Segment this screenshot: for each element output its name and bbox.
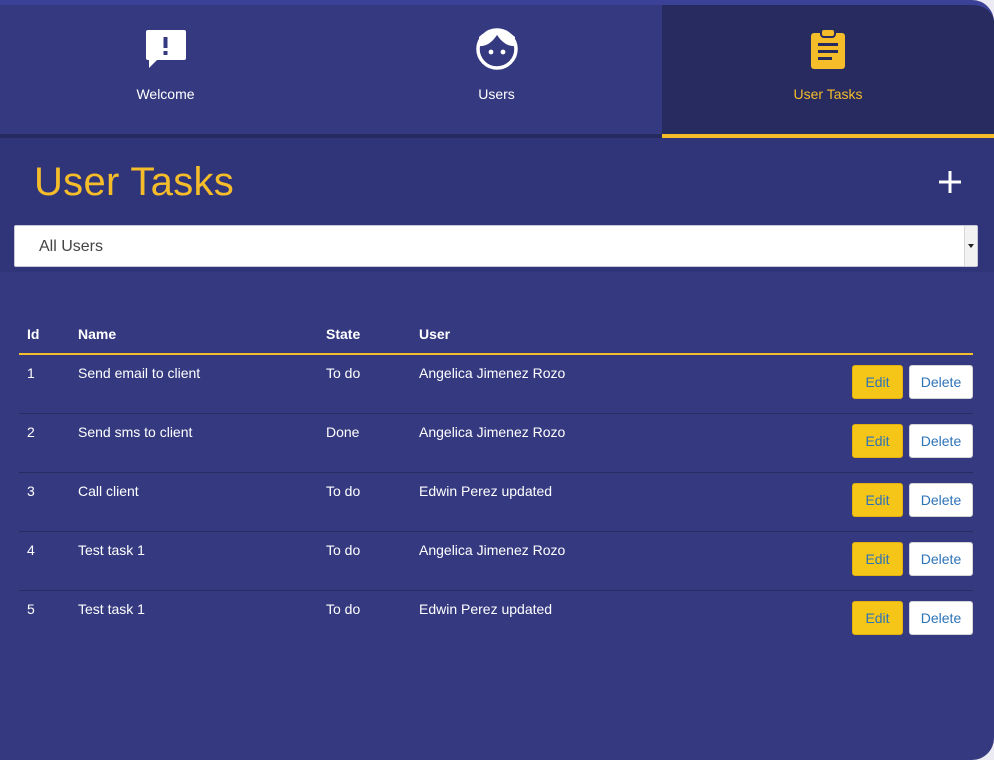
table-row: 3 Call client To do Edwin Perez updated …: [19, 472, 973, 532]
tab-welcome[interactable]: Welcome: [0, 5, 331, 134]
plus-icon[interactable]: [934, 166, 966, 198]
column-header-state: State: [318, 314, 411, 355]
cell-user: Edwin Perez updated: [411, 472, 711, 532]
cell-state: To do: [318, 472, 411, 532]
speech-bubble-exclamation-icon: [145, 30, 186, 68]
chevron-down-icon: [964, 226, 977, 266]
cell-id: 5: [27, 600, 35, 617]
face-icon: [475, 28, 518, 70]
clipboard-icon: [811, 28, 845, 69]
tab-label: Users: [478, 86, 515, 102]
cell-state: To do: [326, 600, 361, 617]
page-title: User Tasks: [34, 160, 235, 204]
delete-button[interactable]: Delete: [909, 541, 973, 576]
cell-state: To do: [318, 531, 411, 591]
cell-actions: Edit Delete: [711, 531, 973, 591]
table-row: 1 Send email to client To do Angelica Ji…: [19, 354, 973, 414]
cell-state: Done: [318, 413, 411, 473]
table-row: 5 Test task 1 To do Edwin Perez updated …: [19, 590, 973, 649]
page-header: User Tasks All Users: [0, 138, 994, 272]
cell-id: 4: [19, 531, 70, 591]
delete-button[interactable]: Delete: [909, 365, 973, 399]
tab-user-tasks[interactable]: User Tasks: [662, 5, 994, 138]
delete-button[interactable]: Delete: [909, 423, 973, 458]
edit-button[interactable]: Edit: [852, 423, 903, 458]
tab-users[interactable]: Users: [331, 5, 662, 134]
cell-actions: Edit Delete: [711, 354, 973, 414]
delete-button[interactable]: Delete: [909, 600, 973, 635]
table-row: 2 Send sms to client Done Angelica Jimen…: [19, 413, 973, 473]
column-header-id: Id: [19, 314, 70, 355]
tab-label: User Tasks: [793, 86, 863, 102]
cell-name: Send sms to client: [70, 413, 318, 473]
cell-actions: Edit Delete: [711, 413, 973, 473]
tasks-table: Id Name State User 1 Send email to clien…: [19, 314, 973, 649]
column-header-user: User: [411, 314, 711, 355]
app-window: Welcome Users User Tasks User Tasks All …: [0, 0, 994, 760]
cell-actions: Edit Delete: [711, 590, 973, 649]
cell-user: Angelica Jimenez Rozo: [411, 413, 711, 473]
edit-button[interactable]: Edit: [852, 365, 903, 399]
table-row: 4 Test task 1 To do Angelica Jimenez Roz…: [19, 531, 973, 591]
cell-name: Test task 1: [70, 531, 318, 591]
delete-button[interactable]: Delete: [909, 482, 973, 517]
table-header-row: Id Name State User: [19, 314, 973, 355]
edit-button[interactable]: Edit: [852, 482, 903, 517]
column-header-name: Name: [70, 314, 318, 355]
cell-name: Send email to client: [70, 354, 318, 414]
column-header-actions: [711, 314, 973, 355]
cell-name: Test task 1: [78, 600, 145, 617]
edit-button[interactable]: Edit: [852, 541, 903, 576]
user-filter-value: All Users: [39, 238, 104, 255]
cell-state: To do: [318, 354, 411, 414]
cell-user: Angelica Jimenez Rozo: [411, 531, 711, 591]
cell-actions: Edit Delete: [711, 472, 973, 532]
edit-button[interactable]: Edit: [852, 600, 903, 635]
cell-id: 1: [19, 354, 70, 414]
cell-user: Edwin Perez updated: [419, 600, 553, 617]
user-filter-select[interactable]: All Users: [14, 225, 978, 267]
cell-id: 2: [19, 413, 70, 473]
cell-name: Call client: [70, 472, 318, 532]
cell-user: Angelica Jimenez Rozo: [411, 354, 711, 414]
cell-id: 3: [19, 472, 70, 532]
tab-label: Welcome: [136, 86, 195, 102]
top-nav: Welcome Users User Tasks: [0, 5, 994, 138]
